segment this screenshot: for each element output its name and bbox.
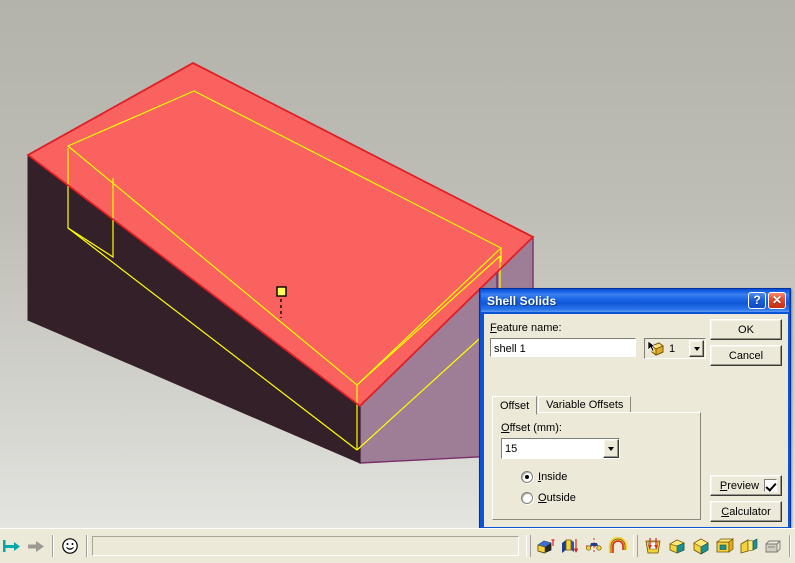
solid-selector-dropdown-arrow[interactable] <box>689 340 704 357</box>
loft-solid-icon[interactable] <box>607 535 629 557</box>
blend-solid-icon[interactable] <box>666 535 688 557</box>
shell-solids-icon[interactable] <box>642 535 664 557</box>
radio-outside[interactable]: Outside <box>521 492 576 504</box>
cancel-button-label: Cancel <box>728 349 764 362</box>
toolbar-separator <box>86 535 88 557</box>
solid-selector[interactable]: 1 <box>644 338 706 359</box>
chevron-down-icon <box>608 446 614 451</box>
dialog-body: Feature name: 1 <box>484 314 788 527</box>
application-window: Shell Solids ? ✕ Feature name: shell 1 1… <box>0 0 795 563</box>
tab-offset[interactable]: Offset <box>492 396 538 415</box>
status-message-field <box>92 536 519 556</box>
tab-variable-offsets-label: Variable Offsets <box>546 398 624 411</box>
chevron-down-icon <box>693 346 700 351</box>
preview-checkbox[interactable] <box>764 479 777 492</box>
toolbar-separator <box>52 535 54 557</box>
toolbar-grip[interactable] <box>633 535 638 557</box>
offset-combo[interactable]: 15 <box>501 438 620 459</box>
status-text <box>93 537 97 549</box>
shell-solids-dialog[interactable]: Shell Solids ? ✕ Feature name: shell 1 1… <box>479 288 791 530</box>
boolean-solid-icon[interactable] <box>714 535 736 557</box>
draft-solid-icon[interactable] <box>738 535 760 557</box>
chamfer-solid-icon[interactable] <box>690 535 712 557</box>
bottom-toolbar[interactable] <box>0 528 795 563</box>
offset-label-rest: ffset (mm): <box>509 422 562 434</box>
dialog-title-bar[interactable]: Shell Solids ? ✕ <box>481 290 789 312</box>
radio-outside-label: Outside <box>538 492 576 504</box>
ok-button-label: OK <box>738 323 754 336</box>
offset-label: Offset (mm): <box>501 422 562 434</box>
preview-button[interactable]: Preview <box>710 475 782 496</box>
help-icon: ? <box>753 293 761 307</box>
revolve-solid-icon[interactable] <box>559 535 581 557</box>
solid-selector-count: 1 <box>669 342 676 355</box>
feature-name-label-rest: eature name: <box>496 322 562 334</box>
cancel-button[interactable]: Cancel <box>710 345 782 366</box>
offset-combo-arrow[interactable] <box>603 439 619 458</box>
radio-outside-indicator[interactable] <box>521 492 533 504</box>
preview-button-label: Preview <box>719 479 760 492</box>
extrude-solid-icon[interactable] <box>535 535 557 557</box>
close-button[interactable]: ✕ <box>768 292 786 309</box>
dialog-title-buttons: ? ✕ <box>748 292 786 309</box>
next-feature-icon[interactable] <box>25 535 47 557</box>
close-icon: ✕ <box>771 293 783 307</box>
radio-inside-label: Inside <box>538 471 568 483</box>
toolbar-grip[interactable] <box>526 535 531 557</box>
radio-inside[interactable]: Inside <box>521 471 567 483</box>
selection-point-marker[interactable] <box>276 286 287 297</box>
help-button[interactable]: ? <box>748 292 766 309</box>
radio-inside-indicator[interactable] <box>521 471 533 483</box>
offset-tab-panel: Offset (mm): 15 Inside Outside <box>492 412 701 520</box>
sweep-solid-icon[interactable] <box>583 535 605 557</box>
tabstrip: Offset Variable Offsets <box>492 396 632 415</box>
dialog-title: Shell Solids <box>487 294 557 308</box>
offset-value: 15 <box>505 442 518 455</box>
toolbar-separator <box>789 535 791 557</box>
ok-button[interactable]: OK <box>710 319 782 340</box>
tab-variable-offsets[interactable]: Variable Offsets <box>538 396 632 413</box>
calculator-button-label: Calculator <box>721 505 771 518</box>
previous-feature-icon[interactable] <box>1 535 23 557</box>
tab-offset-label: Offset <box>500 399 530 412</box>
solids-manager-icon[interactable] <box>762 535 784 557</box>
feature-name-input[interactable] <box>490 338 636 357</box>
calculator-button[interactable]: Calculator <box>710 501 782 522</box>
feature-name-label: Feature name: <box>490 322 562 334</box>
pick-solid-icon <box>645 340 667 357</box>
smiley-face-icon[interactable] <box>59 535 81 557</box>
